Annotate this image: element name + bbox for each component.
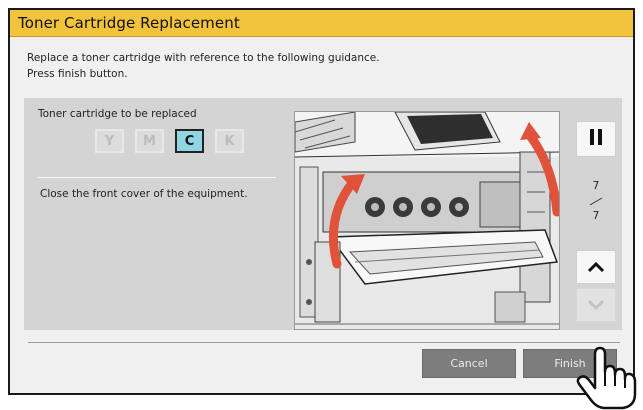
guidance-panel: Toner cartridge to be replaced Y M C K C…	[24, 98, 622, 330]
step-current: 7	[592, 180, 600, 192]
pager-divider	[589, 197, 603, 206]
previous-step-button[interactable]	[576, 250, 616, 284]
cartridge-selector: Y M C K	[95, 129, 276, 153]
footer-divider	[28, 342, 620, 343]
next-step-button[interactable]	[576, 288, 616, 322]
cartridge-section: Toner cartridge to be replaced Y M C K	[38, 108, 276, 153]
cartridge-k: K	[215, 129, 244, 153]
toner-replacement-dialog: Toner Cartridge Replacement Replace a to…	[8, 8, 635, 395]
step-pager: 7 7	[576, 180, 616, 222]
pause-button[interactable]	[576, 121, 616, 157]
section-divider	[38, 177, 276, 178]
step-controls: 7 7	[576, 111, 616, 330]
cartridge-label: Toner cartridge to be replaced	[38, 108, 197, 120]
step-instruction: Close the front cover of the equipment.	[40, 188, 248, 200]
printer-illustration	[294, 111, 560, 330]
guidance-line-1: Replace a toner cartridge with reference…	[27, 52, 380, 64]
printer-front-cover-icon	[295, 112, 559, 329]
chevron-down-icon	[587, 299, 605, 311]
pause-icon	[588, 129, 604, 149]
guidance-line-2: Press finish button.	[27, 68, 128, 80]
cancel-button[interactable]: Cancel	[422, 349, 516, 378]
dialog-title: Toner Cartridge Replacement	[18, 14, 240, 32]
guidance-text: Replace a toner cartridge with reference…	[27, 50, 380, 82]
cartridge-c: C	[175, 129, 204, 153]
step-total: 7	[592, 210, 600, 222]
title-bar: Toner Cartridge Replacement	[10, 10, 633, 37]
chevron-up-icon	[587, 261, 605, 273]
cartridge-m: M	[135, 129, 164, 153]
pointer-hand-icon	[576, 346, 637, 410]
cartridge-y: Y	[95, 129, 124, 153]
